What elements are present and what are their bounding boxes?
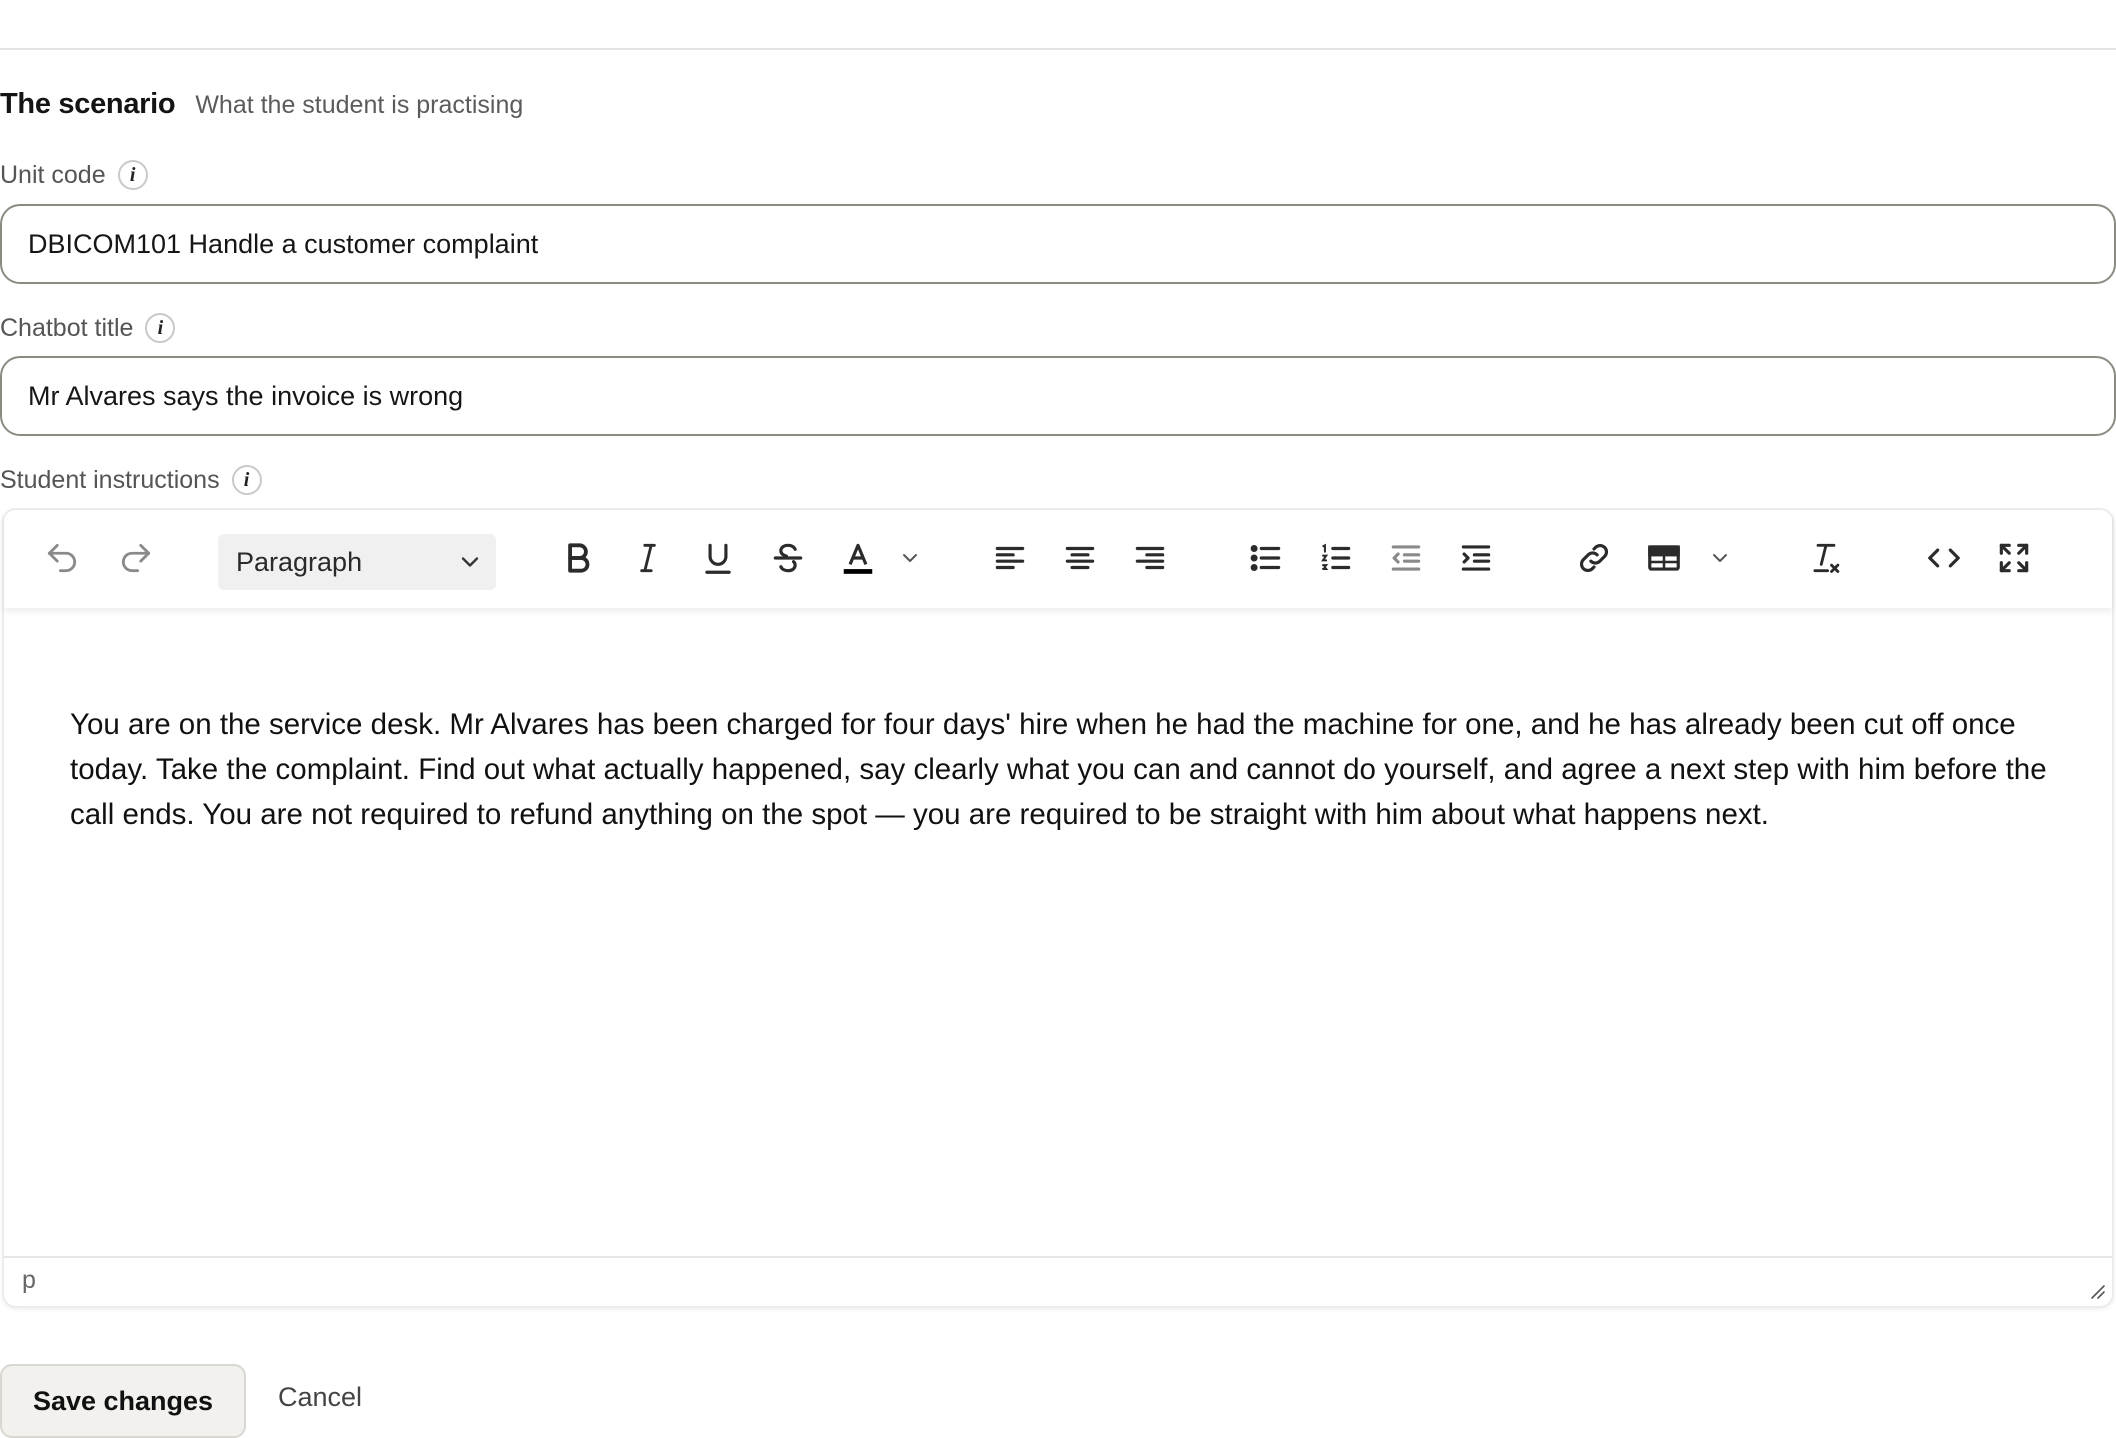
outdent-icon: [1391, 545, 1421, 571]
text-color-icon: [843, 543, 873, 574]
cancel-link[interactable]: Cancel: [278, 1382, 362, 1413]
underline-button[interactable]: [692, 532, 744, 584]
section-header: The scenario What the student is practis…: [0, 88, 523, 126]
align-right-icon: [1135, 546, 1165, 570]
italic-icon: [640, 543, 656, 573]
unit-code-label-row: Unit code i: [0, 160, 148, 190]
editor-statusbar: p: [4, 1256, 2112, 1306]
numbered-list-icon: [1321, 543, 1351, 570]
source-code-icon: [1928, 548, 1960, 568]
text-color-dropdown[interactable]: [894, 540, 926, 576]
align-left-button[interactable]: [984, 532, 1036, 584]
align-center-icon: [1065, 546, 1095, 570]
link-button[interactable]: [1568, 532, 1620, 584]
italic-button[interactable]: [622, 532, 674, 584]
save-changes-button[interactable]: Save changes: [0, 1364, 246, 1438]
underline-icon: [705, 543, 731, 574]
redo-button[interactable]: [110, 532, 162, 584]
bold-button[interactable]: [552, 532, 604, 584]
table-button[interactable]: [1638, 532, 1690, 584]
fullscreen-icon: [1999, 543, 2029, 573]
resize-handle-icon[interactable]: [2086, 1280, 2106, 1300]
section-subtitle: What the student is practising: [195, 91, 524, 119]
info-icon[interactable]: i: [117, 160, 148, 190]
top-divider: [0, 48, 2116, 50]
student-instructions-label-row: Student instructions i: [0, 465, 262, 495]
editor-content[interactable]: You are on the service desk. Mr Alvares …: [70, 702, 2050, 837]
strikethrough-icon: [773, 543, 803, 573]
chevron-down-icon: [1713, 554, 1727, 562]
link-icon: [1580, 544, 1608, 572]
clear-formatting-button[interactable]: [1800, 532, 1852, 584]
block-format-select[interactable]: Paragraph: [218, 534, 496, 590]
chatbot-title-label: Chatbot title: [0, 313, 134, 342]
bullet-list-icon: [1250, 545, 1281, 571]
outdent-button[interactable]: [1380, 532, 1432, 584]
align-right-button[interactable]: [1124, 532, 1176, 584]
chevron-down-icon: [461, 557, 479, 567]
fullscreen-button[interactable]: [1988, 532, 2040, 584]
strikethrough-button[interactable]: [762, 532, 814, 584]
indent-icon: [1461, 545, 1491, 571]
chatbot-title-label-row: Chatbot title i: [0, 313, 176, 343]
redo-icon: [121, 543, 151, 573]
text-color-button[interactable]: [832, 532, 884, 584]
clear-formatting-icon: [1813, 543, 1840, 573]
unit-code-value: DBICOM101 Handle a customer complaint: [28, 228, 539, 259]
rich-text-editor: Paragraph You are on the service desk. M…: [2, 508, 2114, 1308]
section-title: The scenario: [0, 88, 176, 120]
indent-button[interactable]: [1450, 532, 1502, 584]
unit-code-input[interactable]: DBICOM101 Handle a customer complaint: [0, 204, 2116, 284]
bold-icon: [568, 543, 590, 573]
student-instructions-label: Student instructions: [0, 465, 220, 494]
chatbot-title-value: Mr Alvares says the invoice is wrong: [28, 380, 464, 411]
editor-toolbar: Paragraph: [4, 510, 2112, 608]
instructions-paragraph: You are on the service desk. Mr Alvares …: [70, 708, 2047, 831]
chevron-down-icon: [903, 554, 917, 562]
numbered-list-button[interactable]: [1310, 532, 1362, 584]
info-icon[interactable]: i: [231, 465, 262, 495]
element-path[interactable]: p: [22, 1266, 36, 1295]
chatbot-title-input[interactable]: Mr Alvares says the invoice is wrong: [0, 356, 2116, 436]
align-center-button[interactable]: [1054, 532, 1106, 584]
undo-button[interactable]: [36, 532, 88, 584]
unit-code-label: Unit code: [0, 160, 106, 189]
undo-icon: [47, 543, 77, 573]
block-format-value: Paragraph: [236, 546, 363, 577]
source-code-button[interactable]: [1918, 532, 1970, 584]
align-left-icon: [995, 546, 1025, 570]
info-icon[interactable]: i: [145, 313, 176, 343]
bullet-list-button[interactable]: [1240, 532, 1292, 584]
table-icon: [1648, 545, 1680, 571]
table-dropdown[interactable]: [1704, 540, 1736, 576]
